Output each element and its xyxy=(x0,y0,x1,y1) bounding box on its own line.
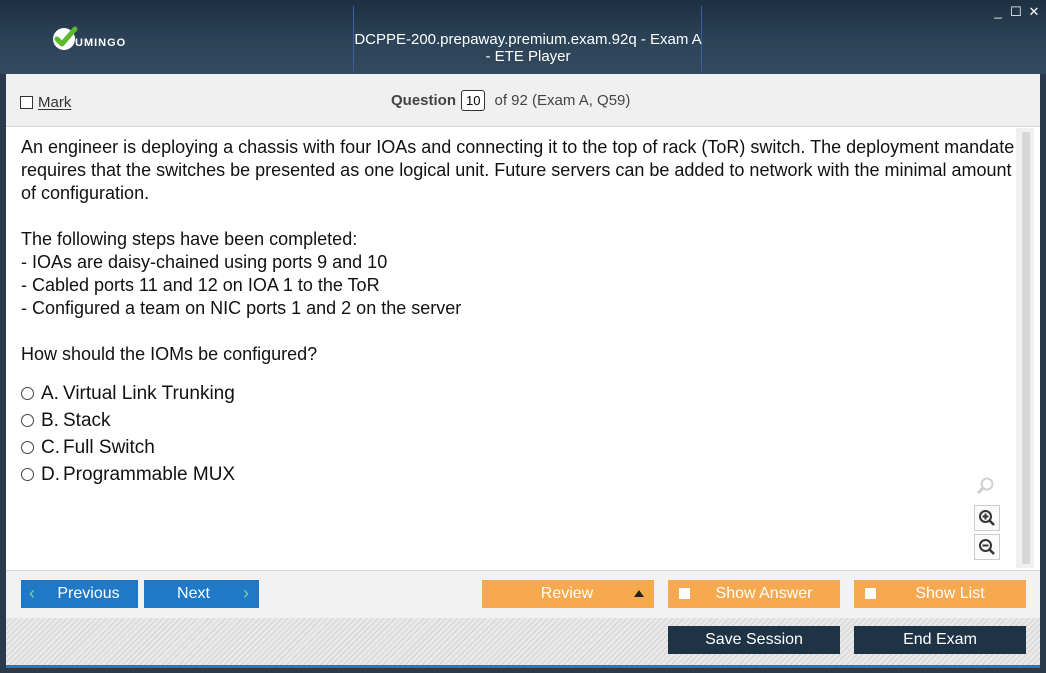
previous-label: Previous xyxy=(57,585,120,602)
next-button[interactable]: Next › xyxy=(144,580,259,608)
option-a[interactable]: A. Virtual Link Trunking xyxy=(21,380,235,407)
option-text: Virtual Link Trunking xyxy=(63,382,235,404)
option-radio[interactable] xyxy=(21,387,34,400)
option-d[interactable]: D. Programmable MUX xyxy=(21,461,235,488)
previous-button[interactable]: ‹ Previous xyxy=(21,580,138,608)
show-list-label: Show List xyxy=(915,585,985,602)
vertical-scrollbar[interactable] xyxy=(1016,128,1034,568)
option-letter: D. xyxy=(41,463,60,485)
mark-checkbox[interactable]: Mark xyxy=(20,94,71,111)
option-radio[interactable] xyxy=(21,468,34,481)
question-label: Question xyxy=(391,92,457,109)
title-bar: UMINGO DCPPE-200.prepaway.premium.exam.9… xyxy=(0,0,1046,74)
answer-options: A. Virtual Link Trunking B. Stack C. Ful… xyxy=(21,380,235,488)
zoom-out-icon[interactable] xyxy=(974,534,1000,560)
option-letter: B. xyxy=(41,409,59,431)
question-total: of 92 (Exam A, Q59) xyxy=(494,92,631,109)
show-list-button[interactable]: Show List xyxy=(854,580,1026,608)
chevron-left-icon: ‹ xyxy=(29,583,35,603)
bottom-accent-line xyxy=(6,665,1040,668)
content-frame: Mark Question 10 of 92 (Exam A, Q59) An … xyxy=(6,74,1040,668)
question-prompt: How should the IOMs be configured? xyxy=(21,344,318,364)
question-number-input[interactable]: 10 xyxy=(461,90,486,111)
option-letter: A. xyxy=(41,382,59,404)
steps-intro: The following steps have been completed: xyxy=(21,229,358,249)
question-bar: Mark Question 10 of 92 (Exam A, Q59) xyxy=(6,74,1040,127)
question-paragraph: An engineer is deploying a chassis with … xyxy=(21,137,1015,203)
scrollbar-thumb[interactable] xyxy=(1022,132,1030,564)
show-answer-label: Show Answer xyxy=(715,585,813,602)
step-item: - IOAs are daisy-chained using ports 9 a… xyxy=(21,252,388,272)
search-icon xyxy=(974,474,998,498)
save-session-button[interactable]: Save Session xyxy=(668,626,840,654)
option-text: Stack xyxy=(63,409,111,431)
show-answer-button[interactable]: Show Answer xyxy=(668,580,840,608)
maximize-button[interactable]: ☐ xyxy=(1010,5,1022,18)
option-c[interactable]: C. Full Switch xyxy=(21,434,235,461)
app-window: UMINGO DCPPE-200.prepaway.premium.exam.9… xyxy=(0,0,1046,673)
option-radio[interactable] xyxy=(21,441,34,454)
review-label: Review xyxy=(540,585,594,602)
mark-checkbox-box[interactable] xyxy=(20,96,33,109)
close-button[interactable]: ✕ xyxy=(1028,5,1040,18)
show-list-checkbox[interactable] xyxy=(865,588,876,599)
option-b[interactable]: B. Stack xyxy=(21,407,235,434)
session-bar: Save Session End Exam xyxy=(6,618,1040,666)
minimize-button[interactable]: _ xyxy=(992,5,1004,18)
question-text: An engineer is deploying a chassis with … xyxy=(21,136,1021,366)
window-controls: _ ☐ ✕ xyxy=(992,5,1040,18)
mark-label: Mark xyxy=(38,94,72,111)
app-logo: UMINGO xyxy=(50,24,126,54)
checkmark-logo-icon xyxy=(53,26,78,50)
step-item: - Cabled ports 11 and 12 on IOA 1 to the… xyxy=(21,275,380,295)
review-button[interactable]: Review xyxy=(482,580,654,608)
option-letter: C. xyxy=(41,436,60,458)
option-text: Full Switch xyxy=(63,436,155,458)
end-exam-label: End Exam xyxy=(903,631,977,648)
end-exam-button[interactable]: End Exam xyxy=(854,626,1026,654)
logo-text: UMINGO xyxy=(75,37,127,49)
window-title: DCPPE-200.prepaway.premium.exam.92q - Ex… xyxy=(354,31,702,65)
option-radio[interactable] xyxy=(21,414,34,427)
save-session-label: Save Session xyxy=(705,631,803,648)
zoom-in-icon[interactable] xyxy=(974,505,1000,531)
triangle-up-icon xyxy=(634,590,644,597)
navigation-bar: ‹ Previous Next › Review Show Answer Sho… xyxy=(6,570,1040,619)
step-item: - Configured a team on NIC ports 1 and 2… xyxy=(21,298,462,318)
option-text: Programmable MUX xyxy=(63,463,236,485)
show-answer-checkbox[interactable] xyxy=(679,588,690,599)
question-counter: Question 10 of 92 (Exam A, Q59) xyxy=(391,90,630,111)
next-label: Next xyxy=(177,585,210,602)
chevron-right-icon: › xyxy=(243,583,249,603)
